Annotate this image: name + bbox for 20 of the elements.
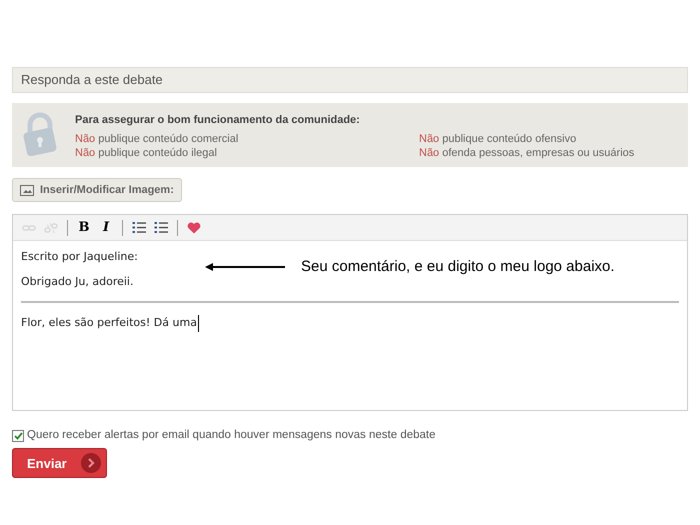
rule-text: Não ofenda pessoas, empresas ou usuários <box>419 146 636 160</box>
quoted-text: Obrigado Ju, adoreii. <box>21 274 134 290</box>
annotation-text: Seu comentário, e eu digito o meu logo abaixo. <box>301 258 616 276</box>
quoted-text: Escrito por Jaqueline: <box>21 249 138 265</box>
reply-header: Responda a este debate <box>12 67 688 93</box>
check-icon <box>14 432 22 440</box>
chevron-right-icon <box>80 453 101 474</box>
italic-button[interactable]: I <box>96 218 116 238</box>
rule-text: Não publique conteúdo ilegal <box>75 146 218 160</box>
rule-text: Não publique conteúdo comercial <box>75 132 240 146</box>
lock-icon <box>22 112 58 156</box>
image-icon <box>20 184 34 196</box>
insert-image-button[interactable]: Inserir/Modificar Imagem: <box>12 178 182 202</box>
comment-input[interactable]: Flor, eles são perfeitos! Dá uma <box>21 315 199 332</box>
email-alerts-checkbox[interactable] <box>12 430 24 442</box>
rules-heading: Para assegurar o bom funcionamento da comunidade: <box>75 113 361 128</box>
rule-text: Não publique conteúdo ofensivo <box>419 132 578 146</box>
bold-button[interactable]: B <box>74 218 94 238</box>
send-button[interactable]: Enviar <box>12 448 107 478</box>
email-alerts-label: Quero receber alertas por email quando houver mensagens novas neste debate <box>27 428 436 443</box>
